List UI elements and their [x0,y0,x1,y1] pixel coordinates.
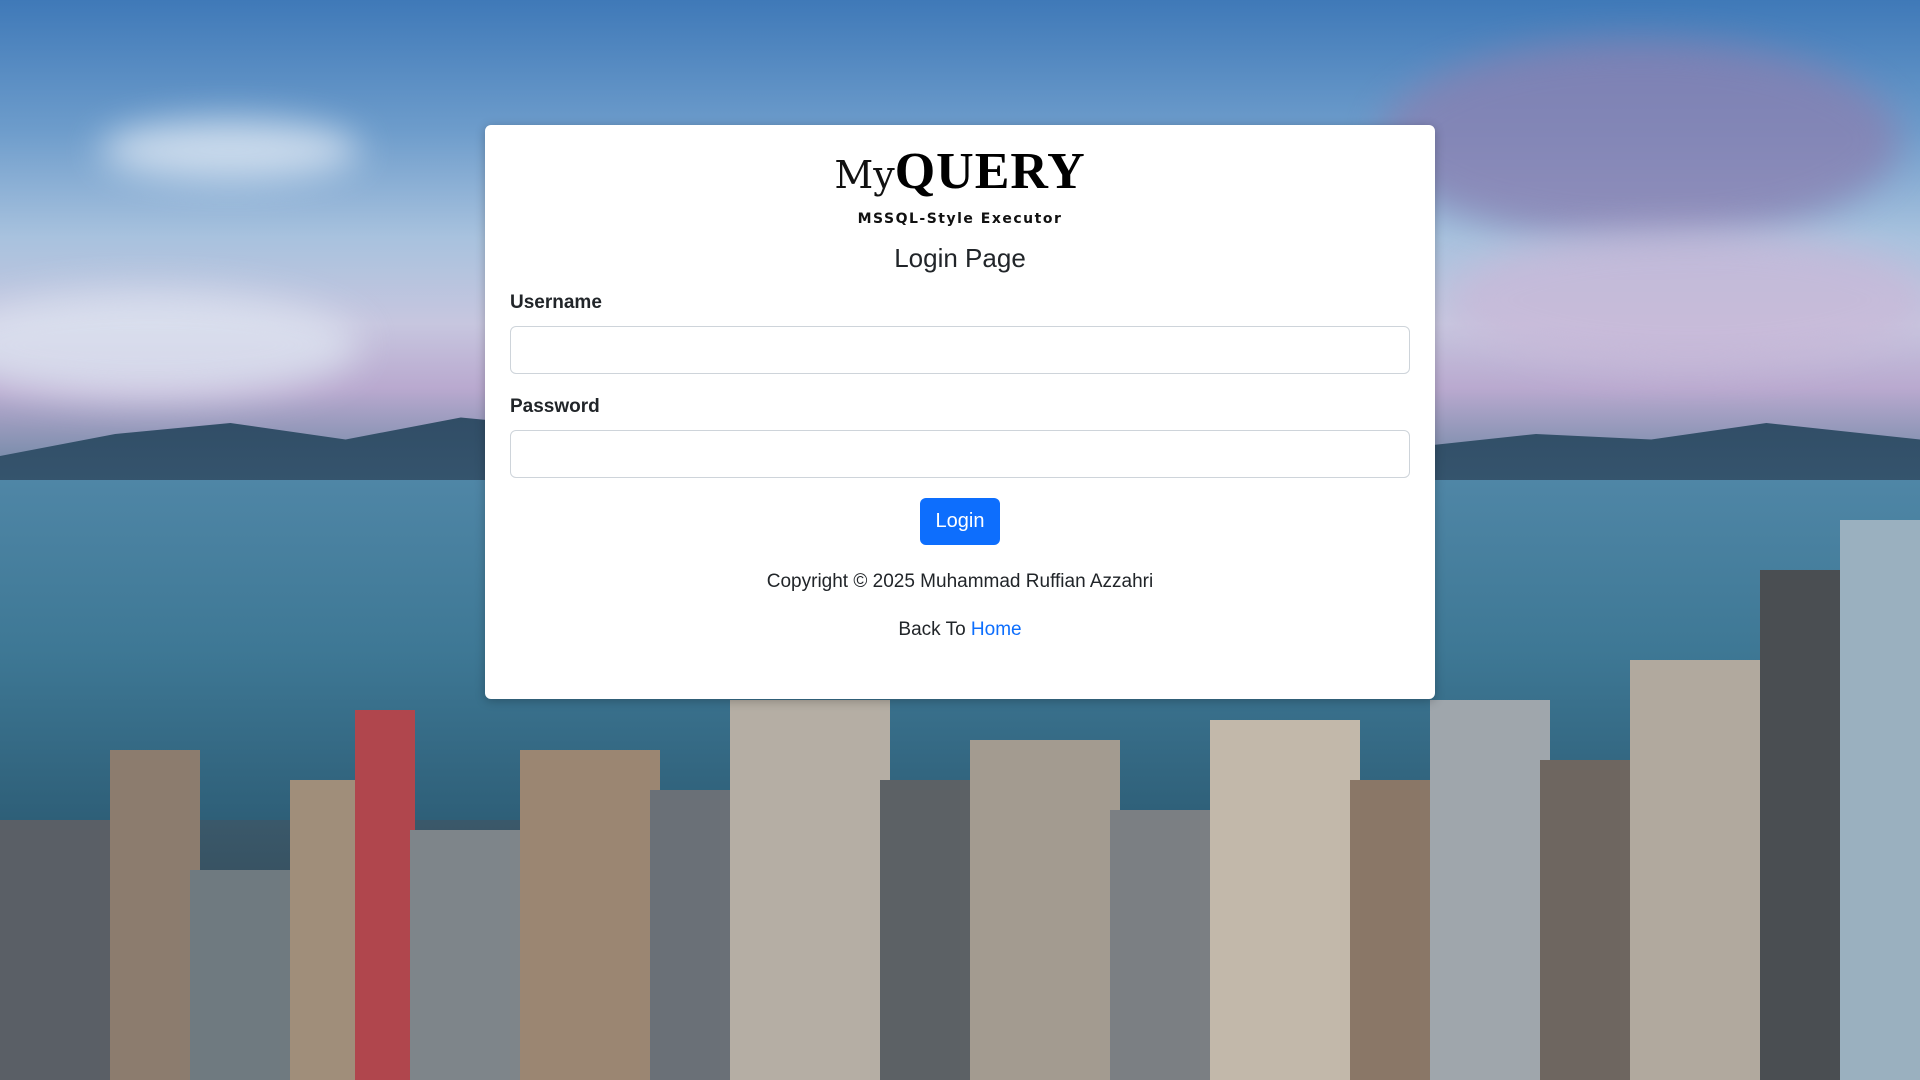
back-prefix: Back To [898,619,971,640]
logo-query: QUERY [894,143,1086,200]
app-subtitle: MSSQL-Style Executor [857,211,1063,227]
cloud [100,120,360,180]
username-input[interactable] [510,326,1410,374]
app-logo: MyQUERY [510,146,1410,198]
username-label: Username [510,292,602,313]
city-buildings [0,520,1920,1080]
home-link[interactable]: Home [971,619,1022,640]
login-button[interactable]: Login [919,498,1001,545]
logo-my: My [834,153,895,197]
login-card: MyQUERY MSSQL-Style Executor Login Page … [485,125,1435,699]
cloud [0,290,360,400]
back-to-home: Back To Home [510,619,1410,641]
cloud [1450,230,1920,370]
page-title: Login Page [894,243,1026,273]
login-button-wrap: Login [510,498,1410,545]
password-input[interactable] [510,430,1410,478]
password-label: Password [510,396,600,417]
copyright-text: Copyright © 2025 Muhammad Ruffian Azzahr… [766,571,1154,592]
cloud [1380,40,1900,240]
